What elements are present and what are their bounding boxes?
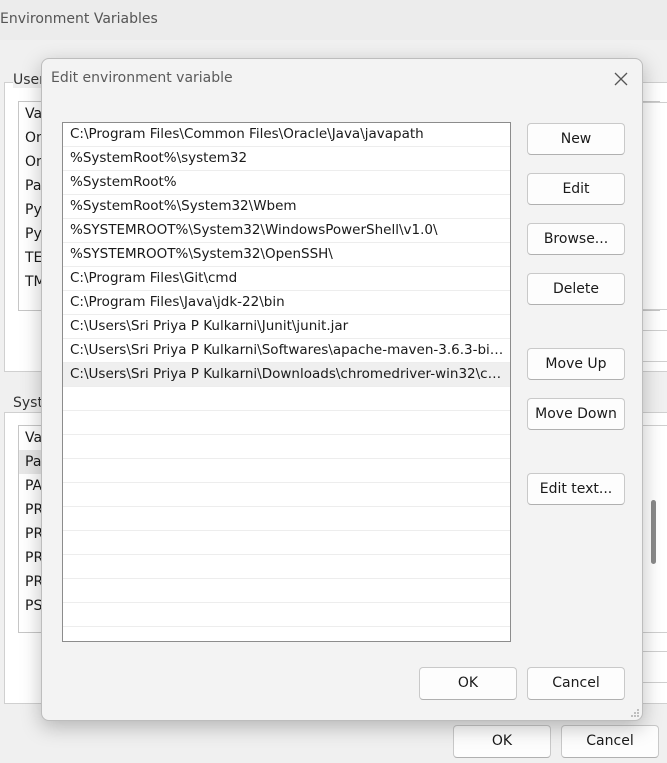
- empty-list-row[interactable]: [63, 531, 510, 555]
- path-entry-row[interactable]: C:\Users\Sri Priya P Kulkarni\Softwares\…: [63, 339, 510, 363]
- path-entry-row[interactable]: %SYSTEMROOT%\System32\OpenSSH\: [63, 243, 510, 267]
- empty-list-row[interactable]: [63, 555, 510, 579]
- bg-title-bar: Environment Variables: [0, 0, 667, 40]
- edit-button[interactable]: Edit: [527, 173, 625, 205]
- cancel-button[interactable]: Cancel: [527, 667, 625, 700]
- edit-environment-variable-dialog: Edit environment variable C:\Program Fil…: [41, 58, 643, 721]
- path-entries-list[interactable]: C:\Program Files\Common Files\Oracle\Jav…: [62, 122, 511, 642]
- close-button[interactable]: [608, 67, 634, 91]
- user-partial-button[interactable]: [640, 330, 667, 362]
- path-entry-row[interactable]: %SystemRoot%\system32: [63, 147, 510, 171]
- browse-button[interactable]: Browse...: [527, 223, 625, 255]
- empty-list-row[interactable]: [63, 411, 510, 435]
- ok-button[interactable]: OK: [419, 667, 517, 700]
- path-entry-row[interactable]: %SYSTEMROOT%\System32\WindowsPowerShell\…: [63, 219, 510, 243]
- resize-grip-icon[interactable]: [630, 708, 640, 718]
- empty-list-row[interactable]: [63, 507, 510, 531]
- path-entry-row[interactable]: C:\Program Files\Common Files\Oracle\Jav…: [63, 123, 510, 147]
- empty-list-row[interactable]: [63, 435, 510, 459]
- move-down-button[interactable]: Move Down: [527, 398, 625, 430]
- bg-cancel-button[interactable]: Cancel: [561, 725, 659, 758]
- path-entry-row[interactable]: %SystemRoot%\System32\Wbem: [63, 195, 510, 219]
- empty-list-row[interactable]: [63, 627, 510, 641]
- new-button[interactable]: New: [527, 123, 625, 155]
- move-up-button[interactable]: Move Up: [527, 348, 625, 380]
- path-entry-row[interactable]: C:\Program Files\Git\cmd: [63, 267, 510, 291]
- empty-list-row[interactable]: [63, 387, 510, 411]
- close-icon: [614, 72, 628, 86]
- path-entry-row[interactable]: %SystemRoot%: [63, 171, 510, 195]
- empty-list-row[interactable]: [63, 603, 510, 627]
- bg-ok-button[interactable]: OK: [453, 725, 551, 758]
- system-list-scrollbar[interactable]: [651, 500, 656, 564]
- system-partial-button[interactable]: [640, 651, 667, 683]
- delete-button[interactable]: Delete: [527, 273, 625, 305]
- user-list-edge: [640, 102, 667, 310]
- edit-text-button[interactable]: Edit text...: [527, 473, 625, 505]
- empty-list-row[interactable]: [63, 459, 510, 483]
- empty-list-row[interactable]: [63, 483, 510, 507]
- empty-list-row[interactable]: [63, 579, 510, 603]
- bg-window-title: Environment Variables: [0, 11, 158, 27]
- dialog-title: Edit environment variable: [51, 70, 233, 86]
- path-entry-row[interactable]: C:\Users\Sri Priya P Kulkarni\Downloads\…: [63, 363, 510, 387]
- path-entry-row[interactable]: C:\Program Files\Java\jdk-22\bin: [63, 291, 510, 315]
- path-entry-row[interactable]: C:\Users\Sri Priya P Kulkarni\Junit\juni…: [63, 315, 510, 339]
